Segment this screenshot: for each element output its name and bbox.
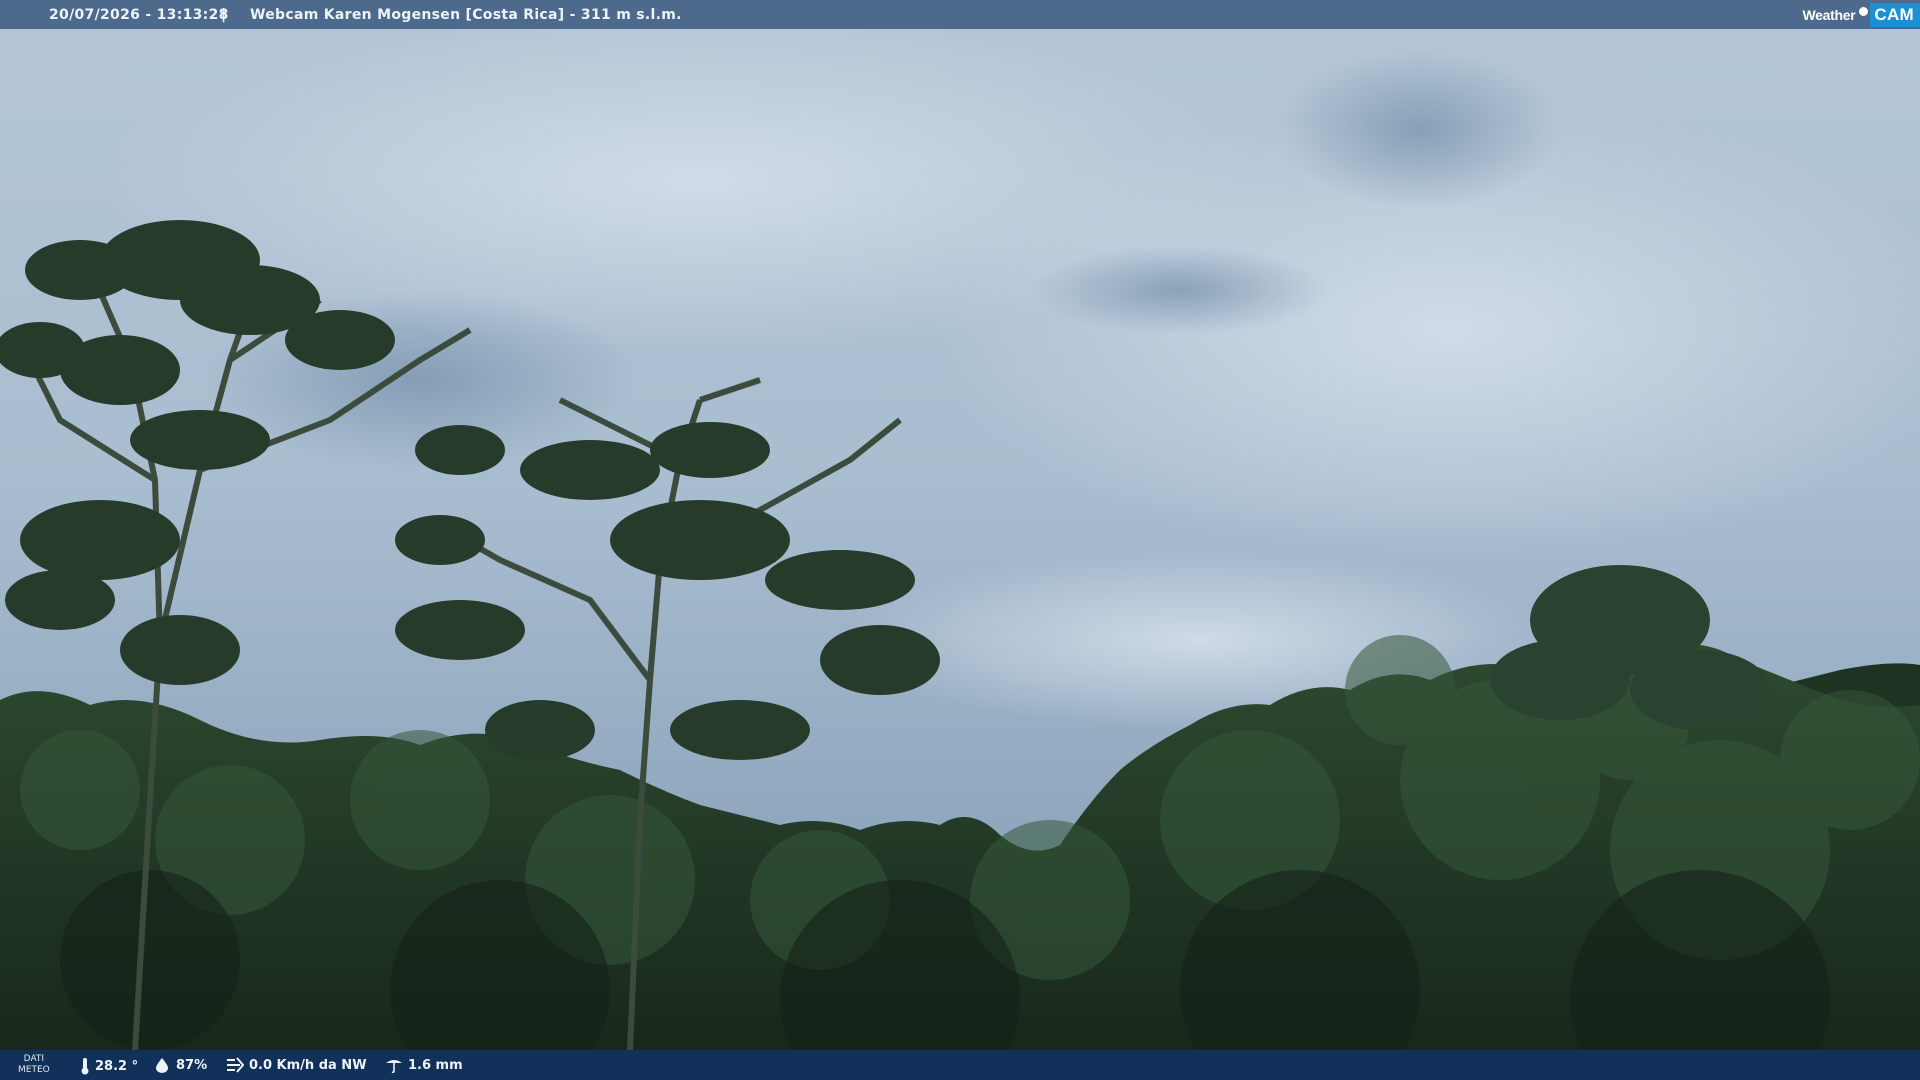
- logo-dot-icon: [1859, 7, 1869, 16]
- webcam-title: Webcam Karen Mogensen [Costa Rica] - 311…: [250, 7, 682, 23]
- weather-data-bar: DATI METEO 28.2 ° 87% 0.0 Km/h da NW 1.6…: [0, 1050, 1920, 1080]
- cloud-dark: [1030, 245, 1330, 335]
- weathercam-logo[interactable]: Weather CAM: [1802, 1, 1920, 28]
- humidity-reading: 87%: [153, 1057, 207, 1073]
- meteo-label: DATI METEO: [18, 1054, 50, 1076]
- thermometer-icon: [81, 1058, 89, 1075]
- logo-weather-text: Weather: [1802, 6, 1856, 23]
- top-info-bar: 20/07/2026 - 13:13:28 | Webcam Karen Mog…: [0, 0, 1920, 29]
- webcam-scene: [0, 0, 1920, 1080]
- meteo-label-line1: DATI: [23, 1054, 45, 1064]
- logo-cam-text: CAM: [1870, 2, 1920, 27]
- cloud-dark: [1280, 50, 1560, 210]
- rain-value: 1.6 mm: [408, 1057, 463, 1073]
- wind-reading: 0.0 Km/h da NW: [226, 1057, 367, 1073]
- rain-reading: 1.6 mm: [385, 1057, 463, 1073]
- header-separator: |: [221, 7, 227, 23]
- rain-icon: [386, 1060, 402, 1073]
- wind-icon: [227, 1057, 244, 1073]
- humidity-value: 87%: [176, 1057, 208, 1073]
- meteo-label-line2: METEO: [18, 1065, 50, 1075]
- datetime-text: 20/07/2026 - 13:13:28: [49, 7, 229, 23]
- temperature-value: 28.2 °: [95, 1058, 139, 1074]
- humidity-icon: [156, 1058, 168, 1073]
- wind-value: 0.0 Km/h da NW: [249, 1057, 367, 1073]
- temperature-reading: 28.2 °: [80, 1057, 138, 1075]
